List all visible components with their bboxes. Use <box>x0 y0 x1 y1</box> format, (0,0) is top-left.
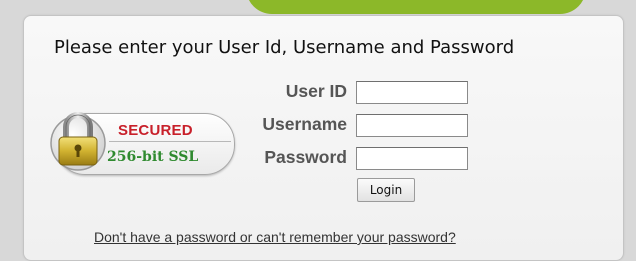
password-label: Password <box>264 147 347 167</box>
username-input[interactable] <box>356 114 468 137</box>
page: Please enter your User Id, Username and … <box>0 0 636 261</box>
ssl-secured-badge: SECURED 256-bit SSL <box>45 103 235 175</box>
login-panel: Please enter your User Id, Username and … <box>23 15 624 261</box>
header-green-tab <box>246 0 586 14</box>
badge-divider <box>109 141 231 142</box>
userid-input[interactable] <box>356 81 468 104</box>
badge-secured-text: SECURED <box>118 122 193 139</box>
badge-ssl-text: 256-bit SSL <box>107 149 199 165</box>
login-button[interactable]: Login <box>357 178 415 202</box>
forgot-password-link[interactable]: Don't have a password or can't remember … <box>94 229 456 245</box>
password-input[interactable] <box>356 147 468 170</box>
userid-label: User ID <box>285 81 347 101</box>
padlock-icon <box>50 112 106 171</box>
username-label: Username <box>262 114 347 134</box>
login-heading: Please enter your User Id, Username and … <box>54 37 515 58</box>
